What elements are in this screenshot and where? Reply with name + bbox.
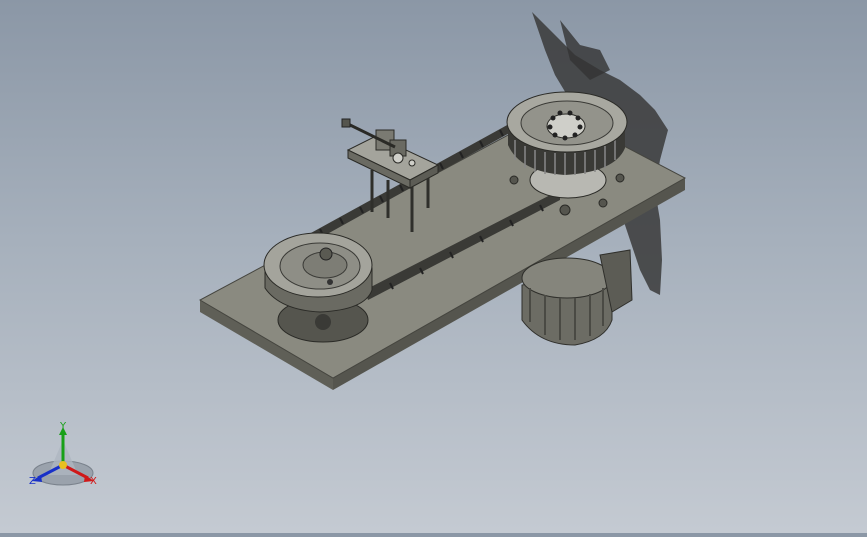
triad-x-label: X: [90, 476, 97, 487]
graphics-viewport[interactable]: X Y Z: [0, 0, 867, 533]
model-view[interactable]: [0, 0, 867, 533]
triad-y-label: Y: [60, 421, 67, 432]
triad-z-label: Z: [29, 476, 36, 487]
idler-pulley[interactable]: [263, 232, 373, 343]
motor-body[interactable]: [521, 249, 633, 346]
